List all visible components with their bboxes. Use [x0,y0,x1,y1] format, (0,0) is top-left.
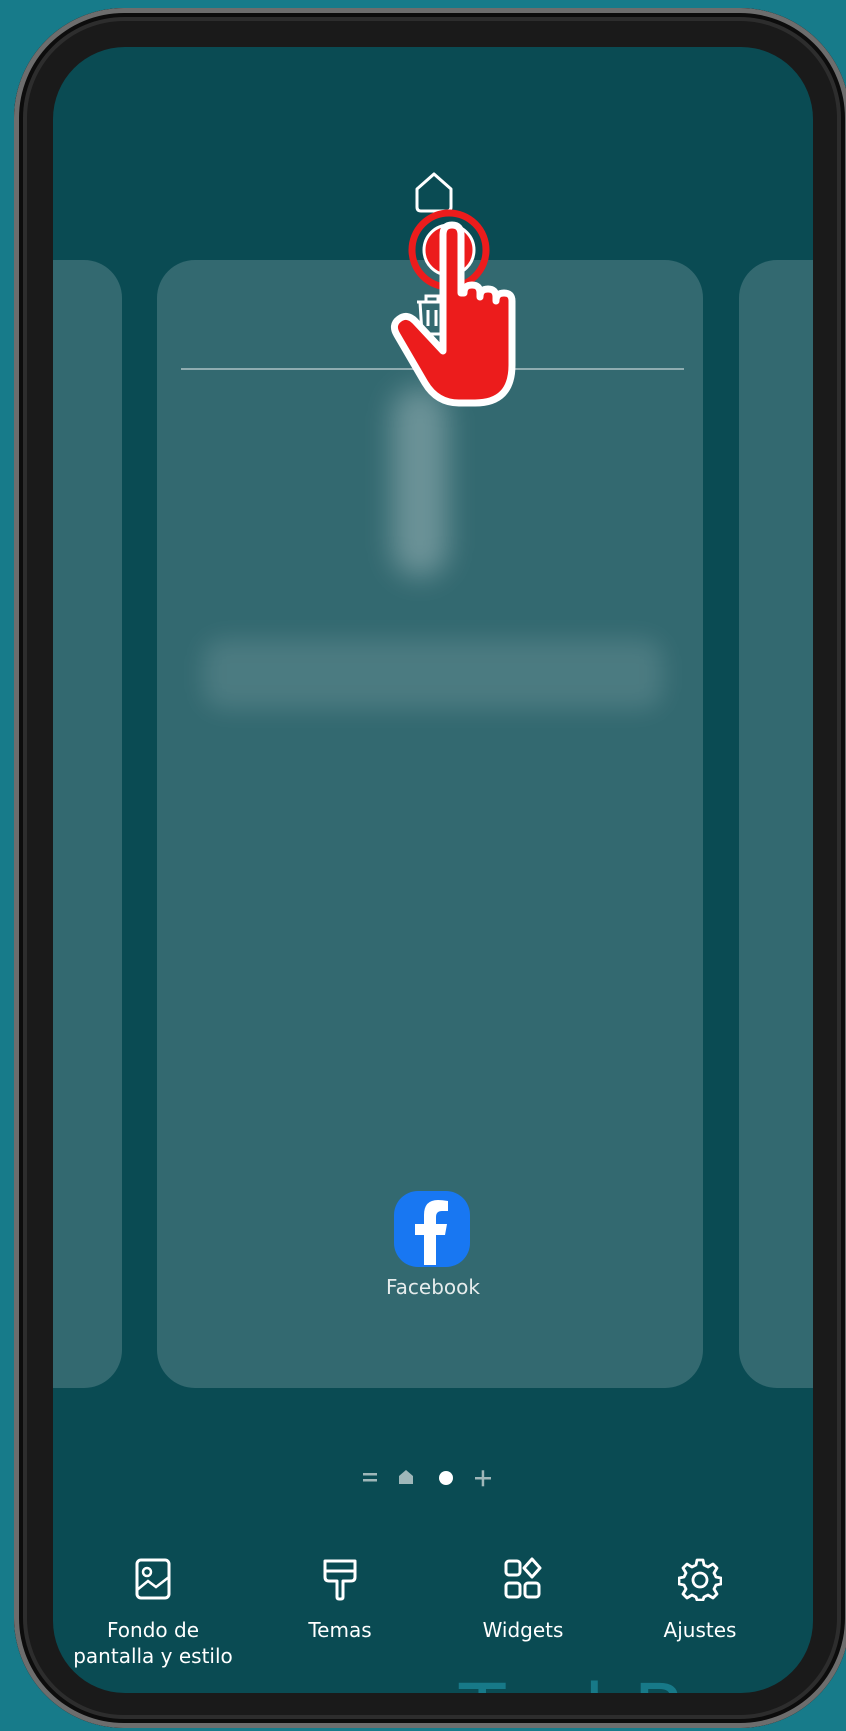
themes-button[interactable]: Temas [280,1557,400,1643]
widgets-label: Widgets [482,1618,564,1642]
home-page-card-next[interactable] [739,260,813,1388]
add-page-icon [475,1470,491,1487]
blurred-widget-wide [203,639,663,709]
facebook-app-label[interactable]: Facebook [353,1275,513,1299]
wallpaper-label-line2: pantalla y estilo [73,1644,233,1668]
widgets-button[interactable]: Widgets [449,1557,597,1643]
techbone-watermark: TechBone [459,1667,813,1693]
tap-gesture-hand-icon [390,209,516,407]
widgets-icon [504,1557,542,1599]
home-page-card-previous[interactable] [53,260,122,1388]
home-page-icon [399,1470,413,1484]
settings-button[interactable]: Ajustes [635,1557,765,1643]
wallpaper-icon [135,1558,171,1600]
themes-label: Temas [308,1618,372,1642]
gear-icon [678,1558,722,1601]
page-indicator [363,1470,491,1487]
wallpaper-and-style-button[interactable]: Fondo de pantalla y estilo [63,1557,243,1669]
settings-label: Ajustes [663,1618,737,1642]
wallpaper-label-line1: Fondo de [107,1618,199,1642]
current-page-dot [439,1471,453,1485]
list-icon [363,1473,377,1482]
facebook-icon[interactable] [394,1191,470,1267]
themes-brush-icon [323,1559,357,1601]
